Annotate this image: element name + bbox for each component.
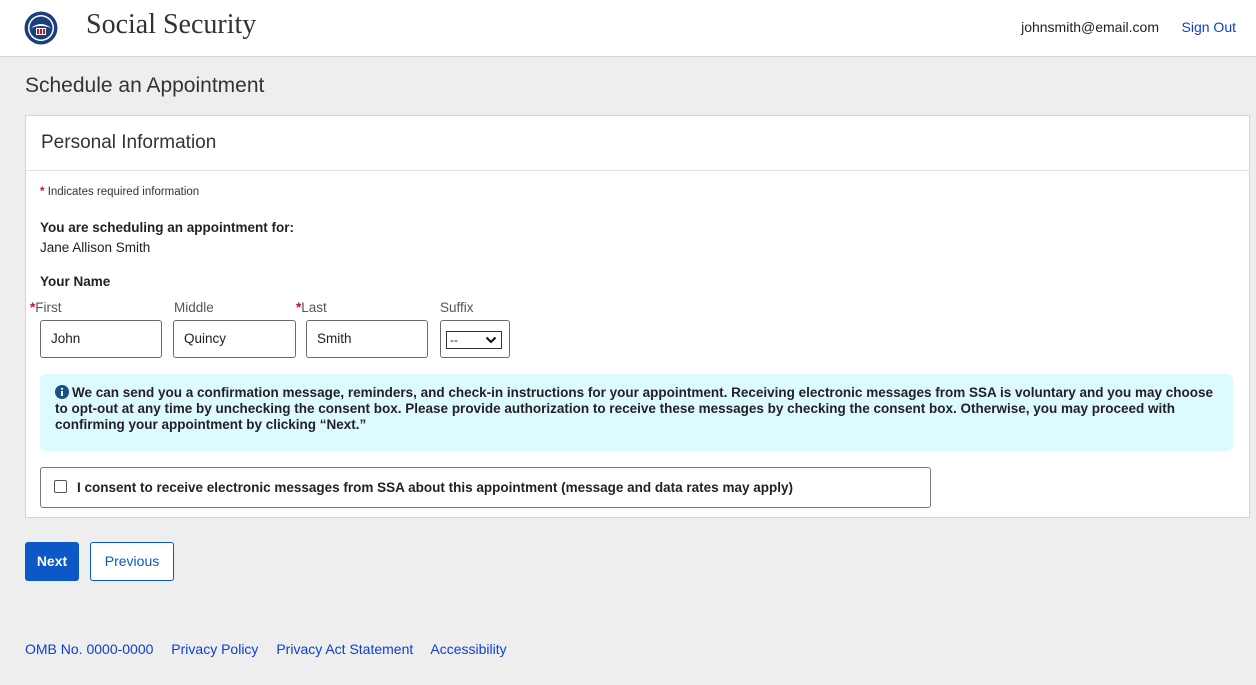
chevron-down-icon <box>485 336 497 344</box>
suffix-field: -- <box>440 320 510 358</box>
required-asterisk: * <box>40 186 45 198</box>
your-name-label: Your Name <box>40 274 111 289</box>
previous-button[interactable]: Previous <box>90 542 174 581</box>
last-name-label: *Last <box>296 300 327 315</box>
omb-number-link[interactable]: OMB No. 0000-0000 <box>25 641 153 657</box>
middle-name-input[interactable]: Quincy <box>173 320 296 358</box>
first-name-label: *First <box>30 300 62 315</box>
privacy-policy-link[interactable]: Privacy Policy <box>171 641 258 657</box>
ssa-seal-icon[interactable] <box>24 11 58 45</box>
accessibility-link[interactable]: Accessibility <box>430 641 506 657</box>
next-button[interactable]: Next <box>25 542 79 581</box>
card-title: Personal Information <box>26 116 1249 171</box>
site-header: Social Security johnsmith@email.com Sign… <box>0 0 1256 57</box>
sign-out-link[interactable]: Sign Out <box>1182 19 1236 35</box>
privacy-act-statement-link[interactable]: Privacy Act Statement <box>276 641 413 657</box>
first-name-input[interactable]: John <box>40 320 162 358</box>
required-note: * Indicates required information <box>40 186 199 198</box>
consent-checkbox[interactable] <box>54 480 67 493</box>
info-circle-icon <box>55 385 69 399</box>
scheduling-name: Jane Allison Smith <box>40 240 151 255</box>
info-message-box: We can send you a confirmation message, … <box>40 374 1233 451</box>
suffix-label: Suffix <box>440 300 474 315</box>
last-name-input[interactable]: Smith <box>306 320 428 358</box>
consent-label: I consent to receive electronic messages… <box>77 480 793 495</box>
personal-information-card: Personal Information * Indicates require… <box>25 115 1250 518</box>
brand-name[interactable]: Social Security <box>86 9 256 41</box>
middle-name-label: Middle <box>174 300 214 315</box>
page-title: Schedule an Appointment <box>25 74 265 97</box>
last-name-label-text: Last <box>301 300 327 315</box>
footer-links: OMB No. 0000-0000 Privacy Policy Privacy… <box>25 641 521 657</box>
user-email: johnsmith@email.com <box>1021 19 1159 35</box>
info-message-text: We can send you a confirmation message, … <box>55 385 1214 432</box>
consent-option[interactable]: I consent to receive electronic messages… <box>40 467 931 508</box>
required-note-text: Indicates required information <box>47 186 200 198</box>
first-name-label-text: First <box>35 300 62 315</box>
suffix-select[interactable]: -- <box>446 331 502 349</box>
suffix-value: -- <box>450 333 458 347</box>
scheduling-label: You are scheduling an appointment for: <box>40 220 295 235</box>
